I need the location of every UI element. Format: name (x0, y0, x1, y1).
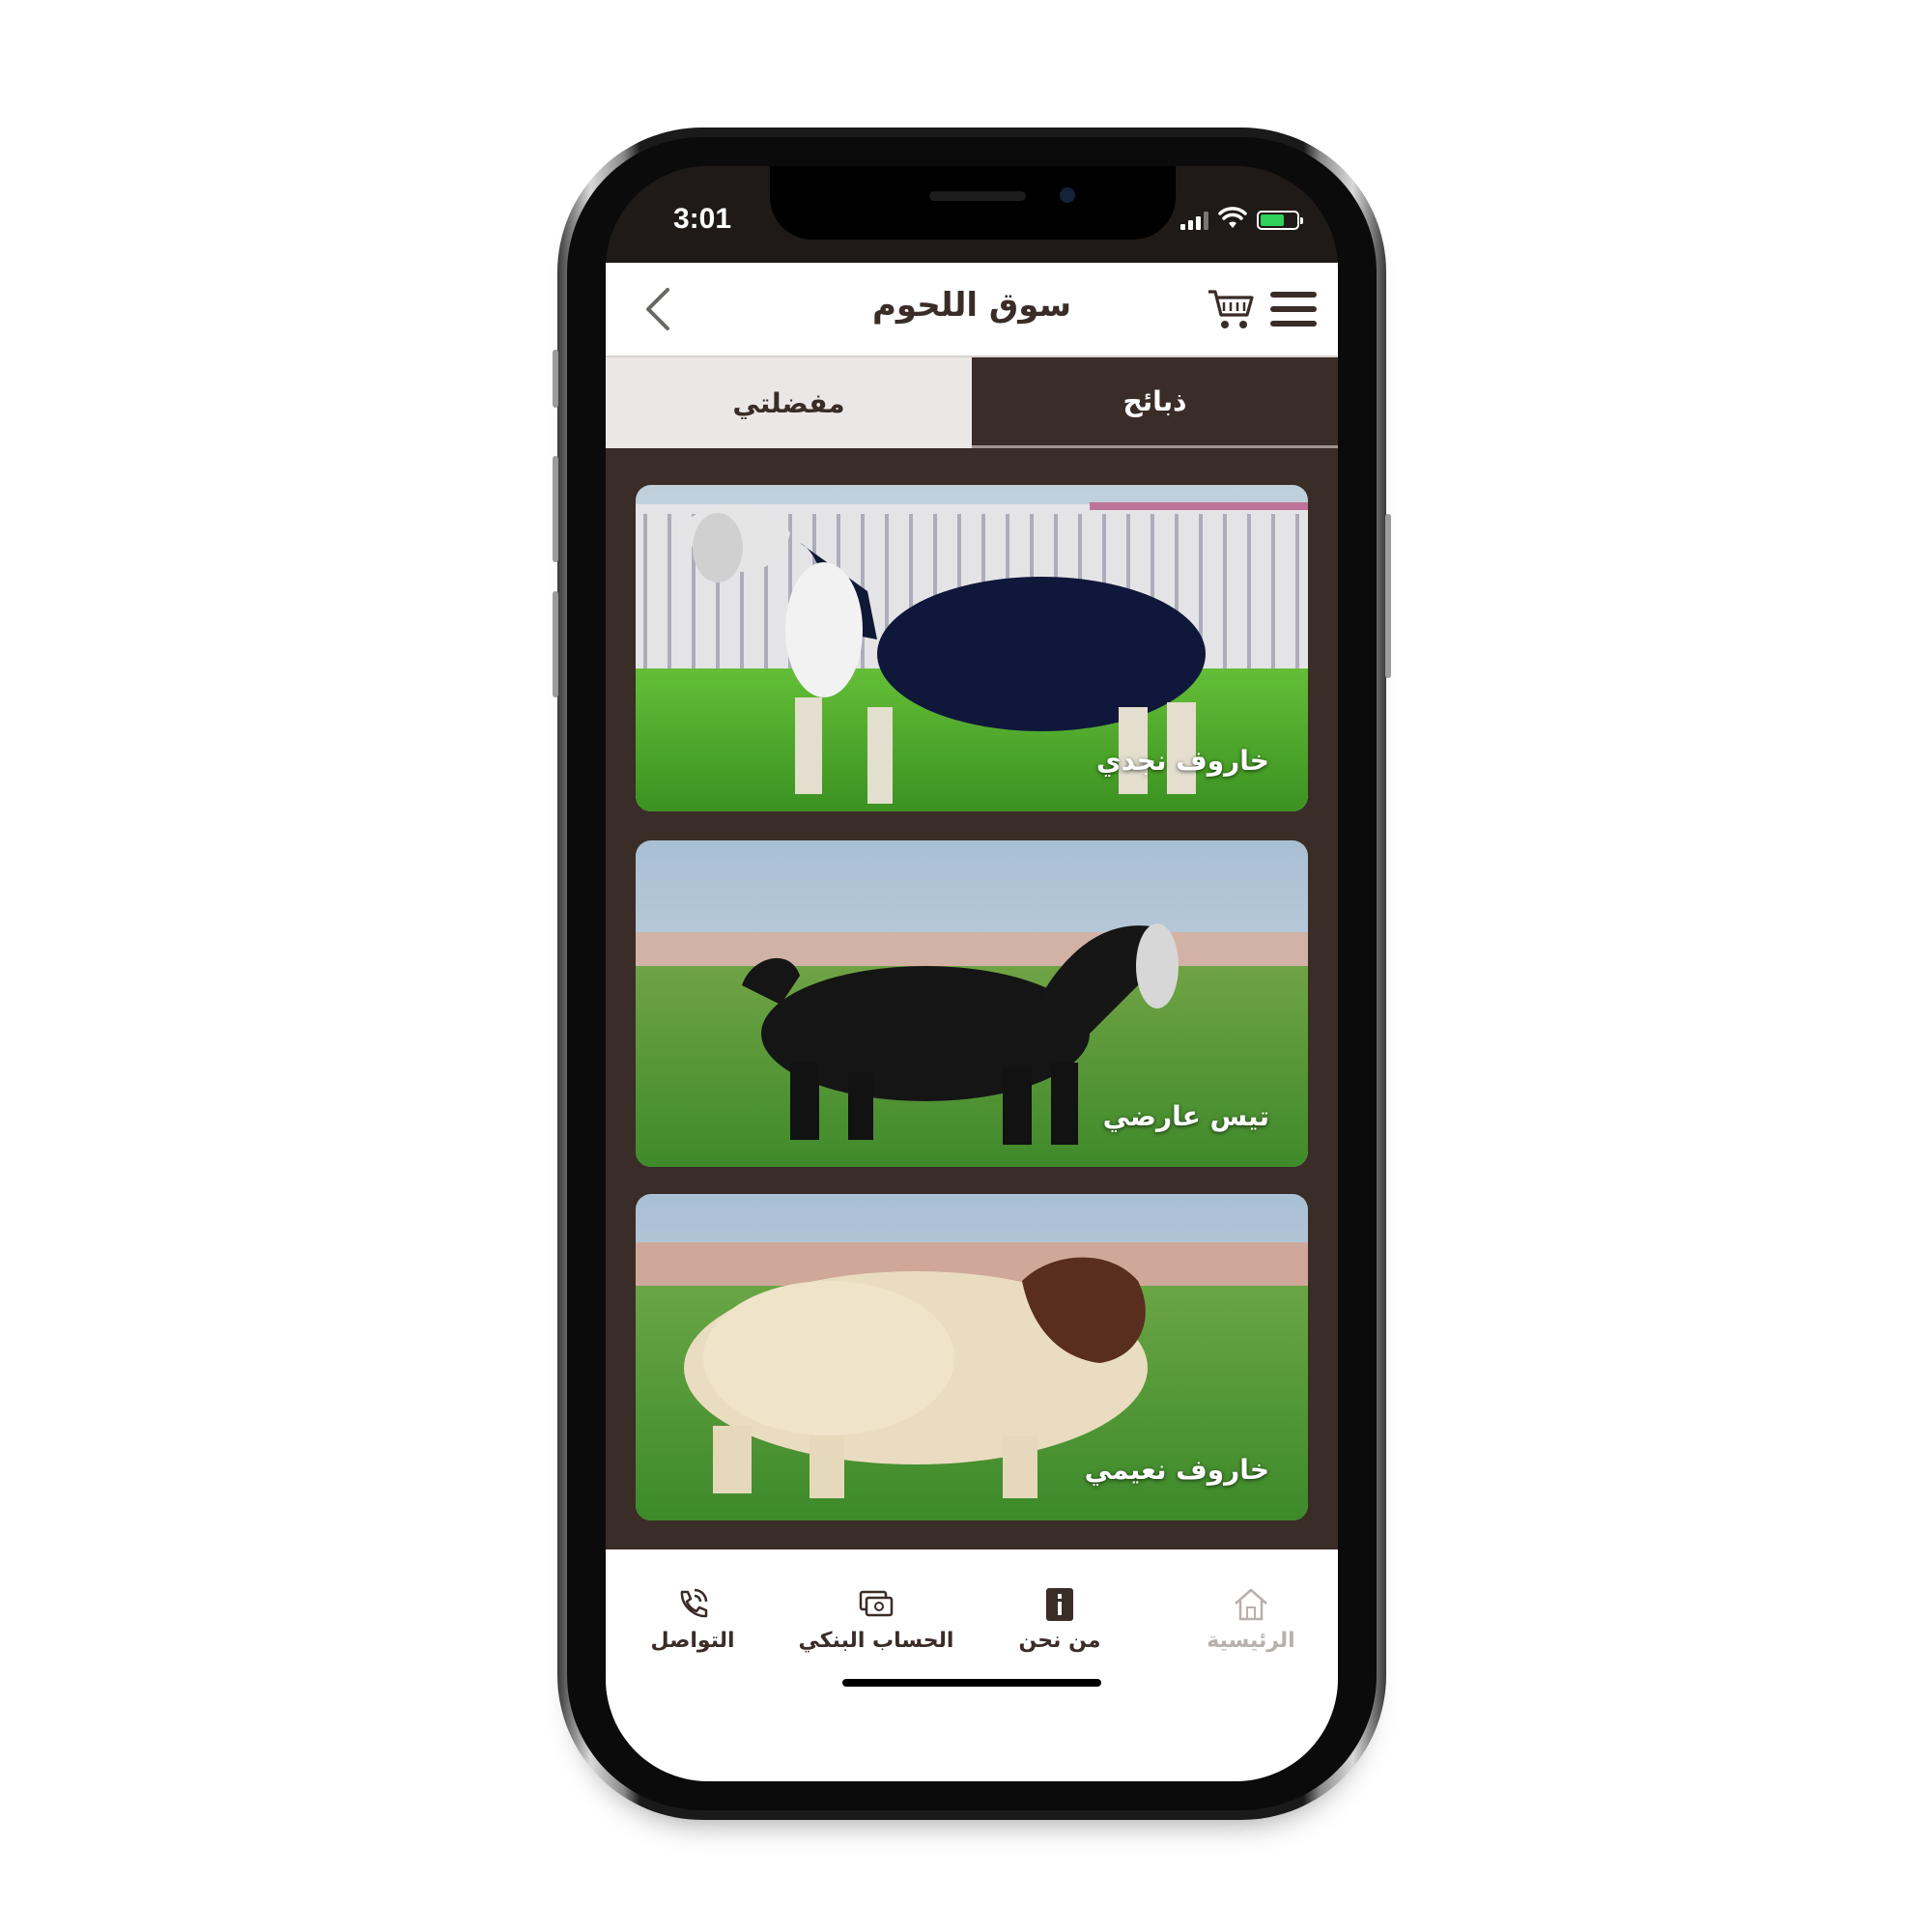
home-indicator[interactable] (842, 1679, 1101, 1687)
mute-switch (553, 350, 558, 408)
phone-icon (680, 1588, 708, 1618)
volume-up-button (553, 456, 558, 562)
tab-favorites[interactable]: مفضلتي (606, 357, 972, 448)
product-card-naimi[interactable]: خاروف نعيمي (636, 1194, 1308, 1520)
wifi-icon (1218, 207, 1247, 228)
notch (770, 166, 1176, 240)
power-button (1385, 514, 1391, 678)
status-time: 3:01 (673, 203, 732, 235)
nav-contact[interactable]: التواصل (606, 1586, 780, 1653)
nav-home[interactable]: الرئيسية (1164, 1586, 1338, 1653)
nav-about[interactable]: من نحن (973, 1586, 1147, 1653)
status-bar: 3:01 (606, 166, 1338, 263)
hamburger-menu-icon[interactable] (1270, 292, 1317, 328)
product-label: خاروف نعيمي (1084, 1454, 1269, 1486)
cart-icon[interactable] (1207, 286, 1255, 332)
tab-carcasses[interactable]: ذبائح (972, 357, 1338, 448)
product-card-aradi[interactable]: تيس عارضي (636, 840, 1308, 1167)
tab-bar: مفضلتي ذبائح (606, 357, 1338, 448)
volume-down-button (553, 591, 558, 697)
speaker (929, 191, 1026, 201)
bank-card-icon (859, 1590, 894, 1617)
battery-icon (1257, 211, 1303, 230)
bottom-nav: التواصل الحساب البنكي من نحن الرئيسية (606, 1549, 1338, 1781)
product-card-najdi[interactable]: خاروف نجدي (636, 485, 1308, 811)
phone-frame: 3:01 سوق اللحوم مفضلتي ذبائح خاروف نجدي … (553, 128, 1391, 1820)
app-header: سوق اللحوم (606, 263, 1338, 357)
front-camera (1060, 187, 1075, 203)
signal-icon (1180, 211, 1208, 230)
home-icon (1235, 1588, 1267, 1621)
info-icon (1046, 1588, 1073, 1621)
product-list: خاروف نجدي تيس عارضي خاروف نعيمي (606, 448, 1338, 1549)
app-screen: 3:01 سوق اللحوم مفضلتي ذبائح خاروف نجدي … (606, 166, 1338, 1781)
status-icons (1180, 201, 1303, 230)
product-label: تيس عارضي (1102, 1100, 1269, 1132)
nav-bank-account[interactable]: الحساب البنكي (789, 1586, 963, 1653)
product-label: خاروف نجدي (1095, 745, 1269, 777)
